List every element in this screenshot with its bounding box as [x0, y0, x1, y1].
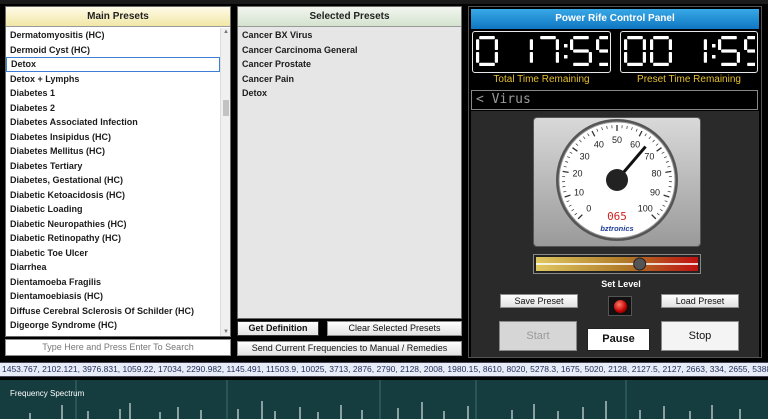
gauge-tick-label: 70 — [644, 151, 654, 161]
spectrum-graph — [29, 380, 741, 419]
status-led — [608, 296, 632, 316]
load-preset-button[interactable]: Load Preset — [661, 294, 739, 308]
preset-list-item[interactable]: Dientamoebiasis (HC) — [6, 289, 220, 304]
spectrum-label: Frequency Spectrum — [10, 389, 85, 398]
time-digit — [650, 36, 672, 66]
preset-list-item[interactable]: Dermoid Cyst (HC) — [6, 43, 220, 58]
gauge-tick-label: 80 — [651, 169, 661, 179]
selected-presets-list[interactable]: Cancer BX Virus Cancer Carcinoma General C… — [238, 28, 458, 101]
main-presets-title: Main Presets — [6, 7, 230, 27]
preset-list-item[interactable]: Diabetic Toe Ulcer — [6, 246, 220, 261]
time-digit — [624, 36, 646, 66]
save-preset-button[interactable]: Save Preset — [500, 294, 578, 308]
level-slider[interactable] — [533, 254, 701, 274]
current-program-display: < Virus — [471, 90, 758, 110]
clear-selected-presets-button[interactable]: Clear Selected Presets — [327, 321, 462, 336]
red-light-icon — [614, 300, 627, 313]
gauge-tick-label: 0 — [586, 203, 591, 213]
preset-list-item[interactable]: Diabetes Mellitus (HC) — [6, 144, 220, 159]
gauge-digital-readout: 065 — [607, 210, 627, 223]
start-button[interactable]: Start — [499, 321, 577, 351]
time-digit — [540, 36, 559, 63]
search-input[interactable]: Type Here and Press Enter To Search — [5, 339, 231, 356]
main-presets-list[interactable]: Dermatomyositis (HC) Dermoid Cyst (HC) Det… — [6, 28, 220, 333]
pause-button[interactable]: Pause — [587, 328, 650, 351]
gauge-tick-label: 40 — [594, 139, 604, 149]
preset-list-item[interactable]: Dientamoeba Fragilis — [6, 275, 220, 290]
control-panel-title: Power Rife Control Panel — [471, 9, 759, 29]
level-gauge: 010 20 30 40 50 60 70 80 90 100 065bztronics — [556, 119, 678, 241]
preset-list-item[interactable]: Diabetic Loading — [6, 202, 220, 217]
time-digit — [570, 36, 592, 66]
slider-knob[interactable] — [633, 257, 647, 271]
preset-list-item[interactable]: Diabetic Neuropathies (HC) — [6, 217, 220, 232]
preset-list-item[interactable]: Diabetes Insipidus (HC) — [6, 130, 220, 145]
gauge-tick-label: 60 — [630, 139, 640, 149]
gauge-panel: 0 10 20 30 40 50 60 70 80 90 100 065 bztronics — [533, 117, 701, 247]
send-frequencies-button[interactable]: Send Current Frequencies to Manual / Rem… — [237, 341, 462, 356]
frequency-spectrum: Frequency Spectrum — [0, 380, 768, 419]
preset-time-display — [620, 31, 758, 73]
time-digit — [596, 36, 608, 66]
scrollbar-thumb[interactable] — [223, 100, 229, 116]
set-level-label: Set Level — [601, 279, 641, 289]
time-digit — [744, 36, 755, 66]
time-digit — [529, 39, 533, 63]
total-time-digits — [476, 36, 608, 66]
selected-presets-panel: Selected Presets Cancer BX Virus Cancer C… — [237, 6, 462, 319]
selected-preset-item[interactable]: Cancer Prostate — [238, 57, 458, 72]
time-digit — [476, 36, 498, 66]
gauge-tick-label: 90 — [650, 187, 660, 197]
gauge-tick-label: 50 — [612, 135, 622, 145]
main-presets-panel: Main Presets Dermatomyositis (HC) Dermoid… — [5, 6, 231, 337]
selected-preset-item[interactable]: Cancer Carcinoma General — [238, 43, 458, 58]
preset-list-item[interactable]: Detox + Lymphs — [6, 72, 220, 87]
gauge-tick-label: 100 — [638, 203, 653, 213]
preset-list-item[interactable]: Diabetes 1 — [6, 86, 220, 101]
selected-preset-item[interactable]: Detox — [238, 86, 458, 101]
preset-list-item[interactable]: Diabetes 2 — [6, 101, 220, 116]
total-time-label: Total Time Remaining — [493, 74, 590, 85]
preset-list-item[interactable]: Digeorge Syndrome (HC) — [6, 318, 220, 333]
selected-presets-title: Selected Presets — [238, 7, 461, 27]
scroll-up-icon[interactable]: ▲ — [222, 29, 230, 35]
get-definition-button[interactable]: Get Definition — [237, 321, 319, 336]
control-lower-area: 0 10 20 30 40 50 60 70 80 90 100 065 bztronics Set L… — [471, 111, 759, 357]
main-presets-scrollbar[interactable]: ▲ ▼ — [220, 28, 230, 336]
gauge-hub — [606, 169, 628, 191]
preset-list-item[interactable]: Dermatomyositis (HC) — [6, 28, 220, 43]
total-time-display — [472, 31, 611, 73]
gauge-tick-label: 20 — [572, 169, 582, 179]
control-panel: Power Rife Control Panel Total Time Rema… — [468, 6, 762, 358]
preset-time-digits — [624, 36, 755, 66]
selected-preset-item[interactable]: Cancer BX Virus — [238, 28, 458, 43]
top-bar — [0, 0, 768, 4]
preset-list-item[interactable]: Diabetes Tertiary — [6, 159, 220, 174]
preset-list-item[interactable]: Diabetes, Gestational (HC) — [6, 173, 220, 188]
gauge-brand: bztronics — [600, 224, 633, 233]
preset-list-item[interactable]: Diabetes Associated Infection — [6, 115, 220, 130]
preset-list-item[interactable]: Diabetic Retinopathy (HC) — [6, 231, 220, 246]
preset-list-item[interactable]: Detox — [6, 57, 220, 72]
gauge-tick-label: 30 — [580, 151, 590, 161]
stop-button[interactable]: Stop — [661, 321, 739, 351]
preset-list-item[interactable]: Diffuse Cerebral Sclerosis Of Schilder (… — [6, 304, 220, 319]
preset-list-item[interactable]: Diarrhea — [6, 260, 220, 275]
time-digit — [718, 36, 740, 66]
frequency-list-bar: 1453.767, 2102.121, 3976.831, 1059.22, 1… — [0, 362, 768, 377]
preset-time-label: Preset Time Remaining — [637, 74, 741, 85]
preset-list-item[interactable]: Diabetic Ketoacidosis (HC) — [6, 188, 220, 203]
gauge-tick-label: 10 — [574, 187, 584, 197]
scroll-down-icon[interactable]: ▼ — [222, 329, 230, 335]
time-digit — [703, 39, 707, 63]
selected-preset-item[interactable]: Cancer Pain — [238, 72, 458, 87]
